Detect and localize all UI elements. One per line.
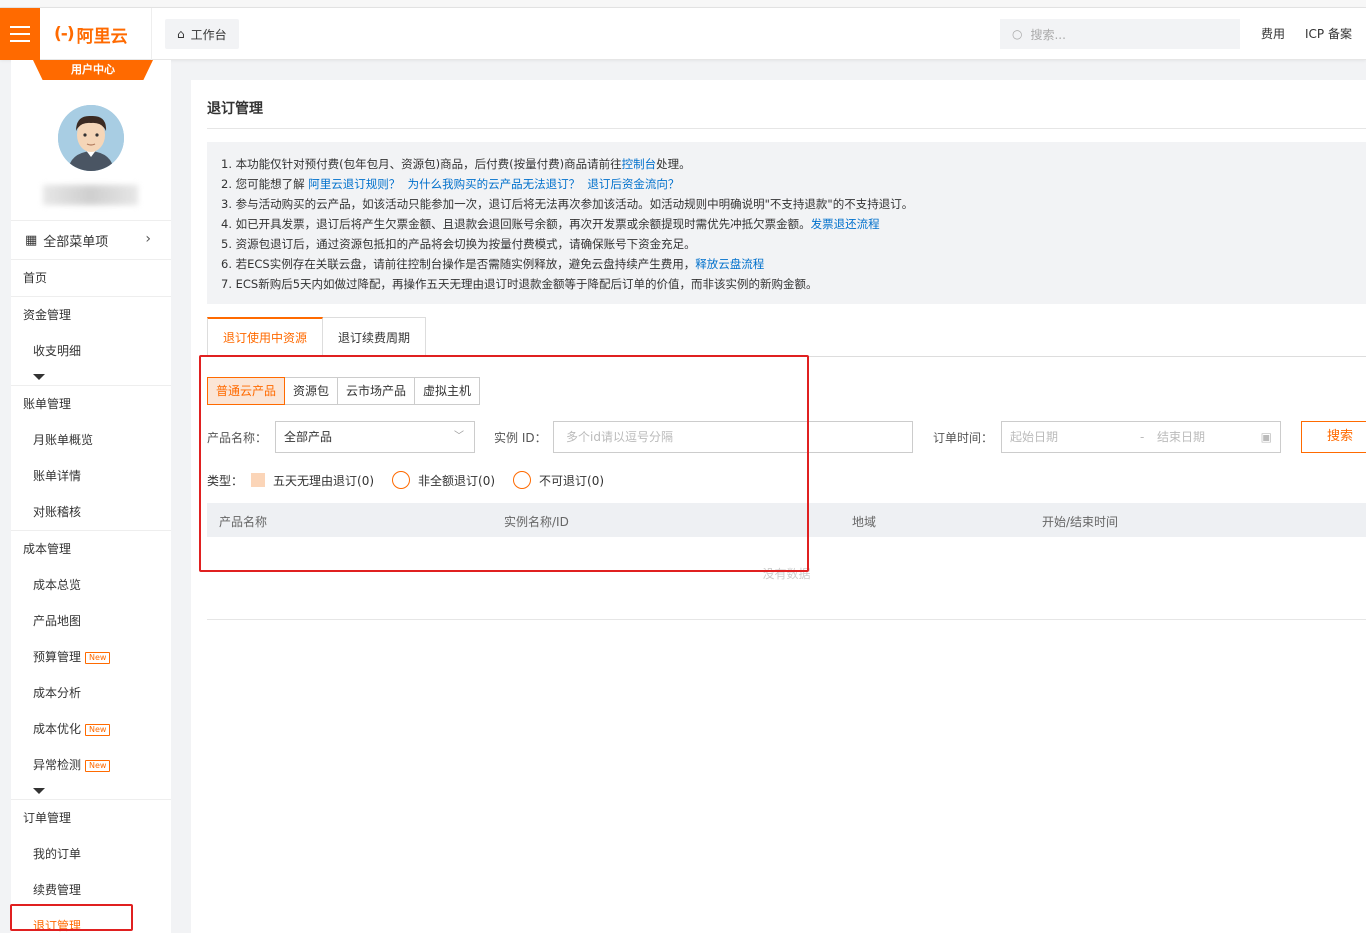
sidebar: 用户中心 ▦ 全部菜单项 › 首页 资金管理 收支明细 账单管理 月账单概览 账… (11, 60, 171, 933)
order-time-label: 订单时间： (933, 431, 994, 445)
refund-rules-link[interactable]: 阿里云退订规则？ (308, 177, 400, 191)
notice-text: 4. 如已开具发票，退订后将产生欠票金额、且退款会退回账号余额，再次开发票或余额… (221, 217, 811, 231)
notice-text: 6. 若ECS实例存在关联云盘，请前往控制台操作是否需随实例释放，避免云盘持续产… (221, 257, 696, 271)
notice-text: 处理。 (656, 157, 691, 171)
global-search-input[interactable]: ○ 搜索... (1000, 19, 1240, 49)
sidebar-item-reconciliation[interactable]: 对账稽核 (11, 494, 171, 530)
sidebar-item-anomaly-detection[interactable]: 异常检测 New (11, 747, 171, 783)
user-center-badge: 用户中心 (33, 60, 153, 80)
console-link[interactable]: 控制台 (622, 157, 657, 171)
brand-logo[interactable]: (-) 阿里云 (40, 8, 152, 60)
sidebar-item-renewal[interactable]: 续费管理 (11, 872, 171, 908)
fees-link[interactable]: 费用 (1261, 25, 1285, 42)
end-date-placeholder: 结束日期 (1157, 430, 1206, 444)
notice-line-3: 3. 参与活动购买的云产品，如该活动只能参加一次，退订后将无法再次参加该活动。如… (221, 197, 914, 211)
why-cannot-refund-link[interactable]: 为什么我购买的云产品无法退订？ (408, 177, 581, 191)
notice-line-6: 6. 若ECS实例存在关联云盘，请前往控制台操作是否需随实例释放，避免云盘持续产… (221, 254, 1352, 274)
sidebar-group-cost[interactable]: 成本管理 (11, 531, 171, 567)
sidebar-item-budget[interactable]: 预算管理 New (11, 639, 171, 675)
sidebar-group-funds[interactable]: 资金管理 (11, 297, 171, 333)
all-menu-button[interactable]: ▦ 全部菜单项 › (11, 220, 171, 260)
all-menu-label: 全部菜单项 (43, 234, 109, 250)
sidebar-item-product-map[interactable]: 产品地图 (11, 603, 171, 639)
tab-unsubscribe-active[interactable]: 退订使用中资源 (207, 317, 324, 357)
sidebar-item-my-orders[interactable]: 我的订单 (11, 836, 171, 872)
new-badge: New (85, 759, 111, 772)
invoice-return-link[interactable]: 发票退还流程 (811, 217, 880, 231)
sidebar-group-orders[interactable]: 订单管理 (11, 800, 171, 836)
search-placeholder: 搜索... (1030, 27, 1066, 42)
new-badge: New (85, 651, 111, 664)
top-bar: (-) 阿里云 ⌂ 工作台 ○ 搜索... 费用 ICP 备案 (0, 8, 1366, 60)
avatar-illustration (58, 105, 124, 171)
divider (207, 619, 1366, 620)
menu-icon-line (10, 26, 30, 28)
brand-name: 阿里云 (76, 26, 128, 47)
notice-box: 1. 本功能仅针对预付费(包年包月、资源包)商品，后付费(按量付费)商品请前往控… (207, 142, 1366, 304)
sidebar-item-monthly-bill[interactable]: 月账单概览 (11, 422, 171, 458)
start-date-placeholder: 起始日期 (1010, 430, 1059, 444)
annotation-highlight-box (199, 355, 809, 572)
aliyun-logo-icon: (-) (54, 24, 75, 44)
release-disk-link[interactable]: 释放云盘流程 (695, 257, 764, 271)
notice-line-1: 1. 本功能仅针对预付费(包年包月、资源包)商品，后付费(按量付费)商品请前往控… (221, 154, 1352, 174)
grid-icon: ▦ (25, 232, 38, 248)
sidebar-item-cost-optimization[interactable]: 成本优化 New (11, 711, 171, 747)
column-header-region[interactable]: 地域 (852, 513, 876, 530)
tab-bar: 退订使用中资源 退订续费周期 (207, 317, 427, 357)
notice-text: 2. 您可能想了解 (221, 177, 309, 191)
sidebar-item-bill-details[interactable]: 账单详情 (11, 458, 171, 494)
menu-icon-line (10, 40, 30, 42)
icp-link[interactable]: ICP 备案 (1305, 25, 1352, 42)
workbench-button[interactable]: ⌂ 工作台 (165, 19, 239, 49)
order-date-range-picker[interactable]: 起始日期 - 结束日期 ▣ (1001, 421, 1281, 453)
workbench-label: 工作台 (190, 27, 227, 42)
browser-strip (0, 0, 1366, 8)
tab-unsubscribe-renewal[interactable]: 退订续费周期 (323, 317, 427, 357)
notice-line-4: 4. 如已开具发票，退订后将产生欠票金额、且退款会退回账号余额，再次开发票或余额… (221, 214, 1352, 234)
sidebar-group-billing[interactable]: 账单管理 (11, 386, 171, 422)
sidebar-item-home[interactable]: 首页 (11, 260, 171, 296)
notice-line-2: 2. 您可能想了解 阿里云退订规则？ 为什么我购买的云产品无法退订？ 退订后资金… (221, 174, 1352, 194)
expand-down-icon[interactable] (33, 788, 45, 794)
home-icon: ⌂ (177, 27, 185, 41)
calendar-icon: ▣ (1260, 430, 1272, 444)
sidebar-item-cost-overview[interactable]: 成本总览 (11, 567, 171, 603)
sidebar-item-label: 预算管理 (33, 650, 82, 664)
avatar[interactable] (58, 105, 124, 171)
new-badge: New (85, 723, 111, 736)
notice-line-5: 5. 资源包退订后，通过资源包抵扣的产品将会切换为按量付费模式，请确保账号下资金… (221, 237, 696, 251)
notice-text: 1. 本功能仅针对预付费(包年包月、资源包)商品，后付费(按量付费)商品请前往 (221, 157, 622, 171)
sidebar-item-label: 成本优化 (33, 722, 82, 736)
menu-icon-line (10, 33, 30, 35)
date-separator: - (1140, 430, 1145, 444)
refund-fund-flow-link[interactable]: 退订后资金流向？ (587, 177, 679, 191)
sidebar-item-label: 异常检测 (33, 758, 82, 772)
page-title: 退订管理 (207, 101, 263, 117)
notice-line-7: 7. ECS新购后5天内如做过降配，再操作五天无理由退订时退款金额等于降配后订单… (221, 277, 818, 291)
divider (207, 128, 1366, 129)
annotation-highlight-box (10, 904, 133, 931)
column-header-time[interactable]: 开始/结束时间 (1042, 513, 1118, 530)
search-button[interactable]: 搜索 (1301, 421, 1366, 453)
sidebar-item-transactions[interactable]: 收支明细 (11, 333, 171, 369)
menu-toggle-button[interactable] (0, 8, 40, 60)
sidebar-item-cost-analysis[interactable]: 成本分析 (11, 675, 171, 711)
username-blurred (43, 185, 138, 205)
expand-down-icon[interactable] (33, 374, 45, 380)
search-icon: ○ (1012, 27, 1023, 41)
chevron-right-icon: › (145, 231, 151, 247)
